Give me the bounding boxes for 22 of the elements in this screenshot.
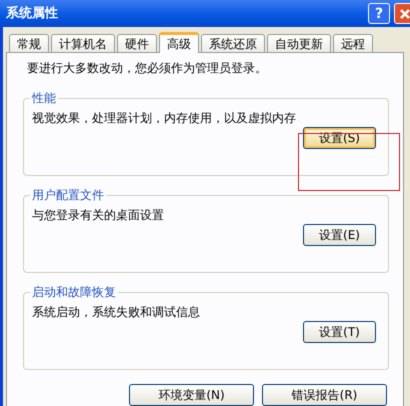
- tab[interactable]: 系统还原: [201, 34, 265, 52]
- group-description: 系统启动，系统失败和调试信息: [32, 304, 201, 321]
- window-title: 系统属性: [6, 4, 59, 23]
- help-button[interactable]: ?: [368, 3, 390, 24]
- tab[interactable]: 计算机名: [51, 34, 115, 52]
- settings-button[interactable]: 设置(T): [303, 321, 376, 343]
- tab[interactable]: 自动更新: [267, 34, 331, 52]
- tab[interactable]: 常规: [9, 34, 49, 52]
- tab[interactable]: 硬件: [117, 34, 157, 52]
- group-title: 启动和故障恢复: [31, 284, 117, 301]
- close-button[interactable]: [394, 3, 410, 24]
- settings-button[interactable]: 设置(E): [303, 224, 376, 246]
- tab[interactable]: 高级: [159, 32, 199, 53]
- tab[interactable]: 远程: [333, 34, 373, 52]
- group-title: 性能: [30, 90, 57, 107]
- close-icon: [399, 8, 410, 20]
- group-description: 视觉效果，处理器计划，内存使用，以及虚拟内存: [32, 110, 297, 127]
- dialog-button[interactable]: 环境变量(N): [129, 384, 254, 406]
- group-description: 与您登录有关的桌面设置: [32, 207, 165, 224]
- admin-notice: 要进行大多数改动，您必须作为管理员登录。: [27, 60, 268, 77]
- dialog-button[interactable]: 错误报告(R): [262, 384, 387, 406]
- group-title: 用户配置文件: [31, 187, 105, 204]
